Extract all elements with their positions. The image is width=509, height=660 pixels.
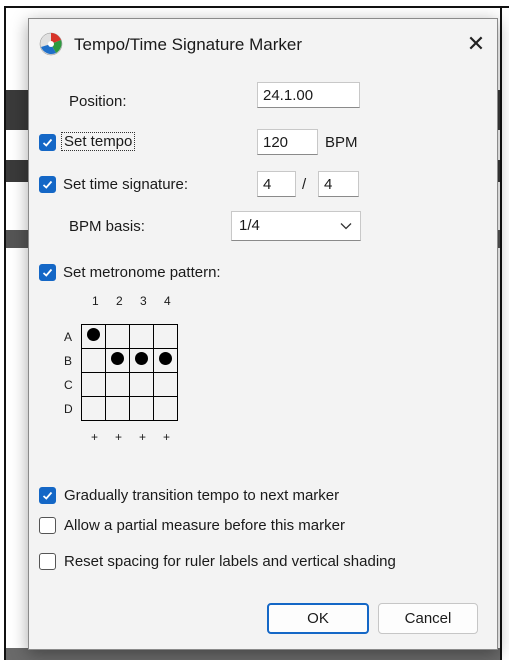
metronome-column-label: 1 — [92, 294, 99, 308]
metronome-cell[interactable] — [153, 348, 178, 373]
dialog-title: Tempo/Time Signature Marker — [74, 35, 303, 54]
metronome-cell[interactable] — [105, 396, 130, 421]
title-bar[interactable]: Tempo/Time Signature Marker ✕ — [29, 19, 497, 67]
metronome-cell[interactable] — [81, 396, 106, 421]
position-label: Position: — [69, 93, 127, 110]
set-metronome-pattern-checkbox[interactable] — [39, 264, 56, 281]
tempo-input[interactable] — [257, 129, 318, 155]
metronome-row-label: D — [64, 402, 73, 416]
beat-dot-icon — [159, 351, 172, 365]
chevron-down-icon — [340, 223, 352, 230]
set-tempo-label[interactable]: Set tempo — [61, 132, 136, 151]
checkmark-icon — [42, 268, 53, 277]
beat-dot-icon — [111, 351, 124, 365]
metronome-cell[interactable] — [129, 348, 154, 373]
metronome-footer-label: + — [91, 430, 99, 444]
metronome-row-label: A — [64, 330, 73, 344]
metronome-cell[interactable] — [129, 324, 154, 349]
checkmark-icon — [42, 138, 53, 147]
checkmark-icon — [42, 491, 53, 500]
allow-partial-measure-label[interactable]: Allow a partial measure before this mark… — [64, 517, 345, 534]
metronome-cell[interactable] — [153, 372, 178, 397]
time-signature-separator: / — [302, 176, 307, 193]
metronome-column-label: 2 — [116, 294, 123, 308]
metronome-cell[interactable] — [81, 372, 106, 397]
metronome-footer-label: + — [139, 430, 147, 444]
tempo-marker-dialog: Tempo/Time Signature Marker ✕ Position: … — [28, 18, 498, 650]
beat-dot-icon — [135, 351, 148, 365]
position-input[interactable] — [257, 82, 360, 108]
bpm-basis-value: 1/4 — [239, 217, 260, 234]
metronome-cell[interactable] — [153, 324, 178, 349]
metronome-column-label: 4 — [164, 294, 171, 308]
checkmark-icon — [42, 180, 53, 189]
metronome-footer-label: + — [163, 430, 171, 444]
metronome-cell[interactable] — [105, 372, 130, 397]
set-time-signature-checkbox[interactable] — [39, 176, 56, 193]
set-tempo-checkbox[interactable] — [39, 134, 56, 151]
metronome-pattern-grid — [81, 324, 178, 421]
metronome-cell[interactable] — [105, 324, 130, 349]
cancel-button[interactable]: Cancel — [378, 603, 478, 634]
reset-ruler-spacing-label[interactable]: Reset spacing for ruler labels and verti… — [64, 553, 396, 570]
metronome-cell[interactable] — [105, 348, 130, 373]
metronome-cell[interactable] — [129, 372, 154, 397]
tempo-unit-label: BPM — [325, 134, 358, 151]
background-frame-right — [500, 6, 502, 660]
metronome-row — [81, 324, 178, 349]
metronome-footer-label: + — [115, 430, 123, 444]
metronome-cell[interactable] — [129, 396, 154, 421]
close-button[interactable]: ✕ — [461, 29, 491, 59]
metronome-row — [81, 396, 178, 421]
gradual-transition-checkbox[interactable] — [39, 487, 56, 504]
metronome-row — [81, 348, 178, 373]
set-time-signature-label[interactable]: Set time signature: — [63, 176, 188, 193]
metronome-row-label: B — [64, 354, 73, 368]
background-frame-top — [4, 6, 509, 8]
metronome-column-label: 3 — [140, 294, 147, 308]
reaper-logo-icon — [39, 32, 63, 56]
close-icon: ✕ — [466, 31, 486, 56]
beat-dot-icon — [87, 327, 100, 341]
metronome-cell[interactable] — [81, 348, 106, 373]
metronome-row-label: C — [64, 378, 73, 392]
gradual-transition-label[interactable]: Gradually transition tempo to next marke… — [64, 487, 339, 504]
time-signature-numerator-input[interactable] — [257, 171, 296, 197]
reset-ruler-spacing-checkbox[interactable] — [39, 553, 56, 570]
bpm-basis-label: BPM basis: — [69, 218, 145, 235]
set-metronome-pattern-label[interactable]: Set metronome pattern: — [63, 264, 221, 281]
metronome-cell[interactable] — [153, 396, 178, 421]
metronome-row — [81, 372, 178, 397]
allow-partial-measure-checkbox[interactable] — [39, 517, 56, 534]
time-signature-denominator-input[interactable] — [318, 171, 359, 197]
metronome-cell[interactable] — [81, 324, 106, 349]
bpm-basis-select[interactable]: 1/4 — [231, 211, 361, 241]
ok-button[interactable]: OK — [267, 603, 369, 634]
